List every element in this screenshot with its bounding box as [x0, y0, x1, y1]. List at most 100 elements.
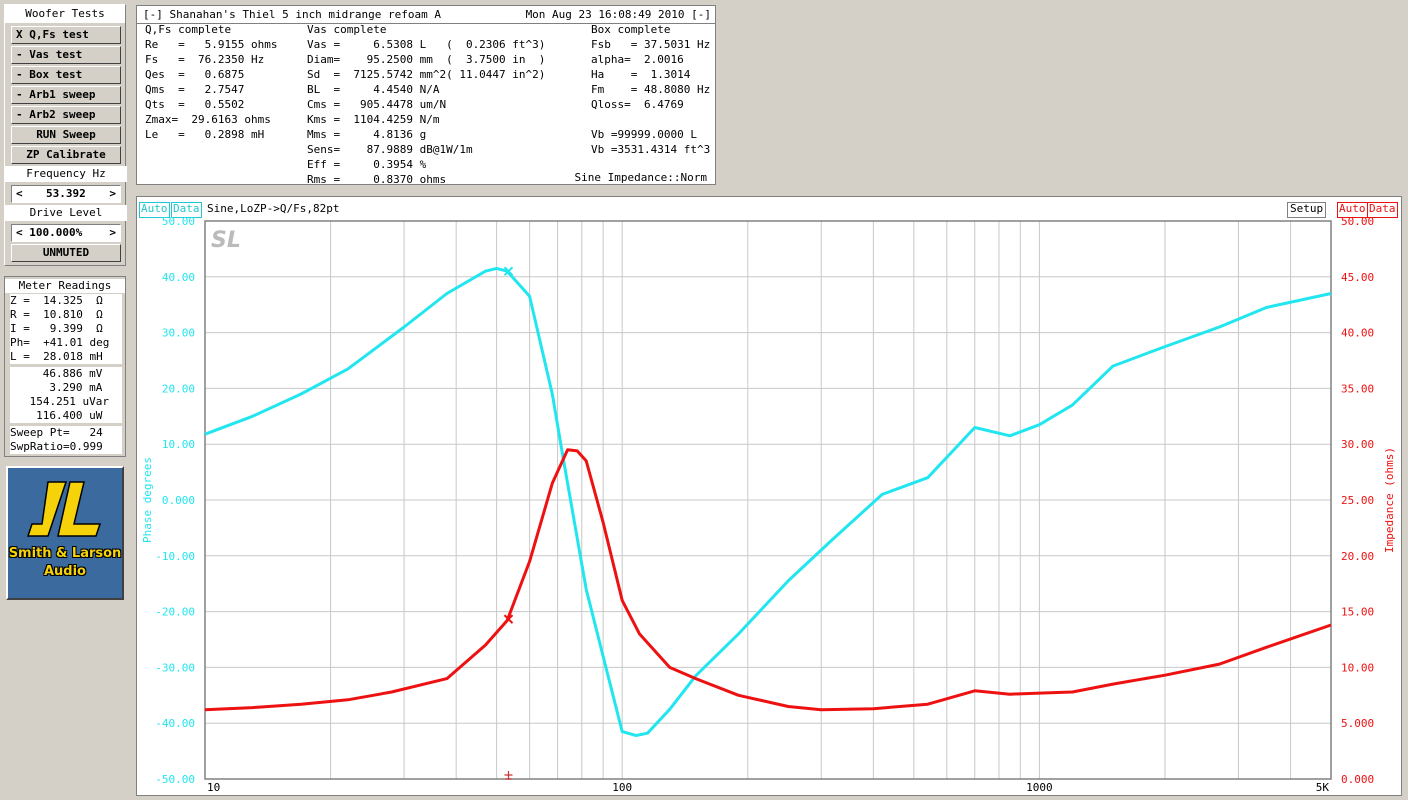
- qfs-header: Q,Fs complete: [145, 23, 232, 36]
- session-title: [-] Shanahan's Thiel 5 inch midrange ref…: [143, 8, 442, 21]
- box-row: Vb =99999.0000 L: [591, 128, 697, 141]
- frequency-value: 53.392: [46, 187, 86, 200]
- right-axis-tick-label: 30.00: [1341, 438, 1374, 451]
- vas-header: Vas complete: [307, 23, 387, 36]
- impedance-phase-plot[interactable]: 50.00 50.00 40.00 45.00 30.00 40.00 20.00 35.00…: [137, 197, 1401, 795]
- meter-z: Z = 14.325 Ω: [10, 294, 122, 308]
- right-axis-tick-label: 25.00: [1341, 494, 1374, 507]
- meter-ma: 3.290 mA: [10, 381, 122, 395]
- x-axis-tick-label: 1000: [1026, 781, 1053, 794]
- vas-row: Kms = 1104.4259 N/m: [307, 113, 440, 126]
- impedance-curve: [204, 448, 1332, 712]
- box-header: Box complete: [591, 23, 671, 36]
- woofer-tests-panel: Woofer Tests X Q,Fs test - Vas test - Bo…: [4, 4, 127, 266]
- qfs-row: Re = 5.9155 ohms: [145, 38, 278, 51]
- drive-level-spinner[interactable]: < 100.000% >: [11, 224, 121, 242]
- meter-mv: 46.886 mV: [10, 367, 122, 381]
- meter-uvar: 154.251 uVar: [10, 395, 122, 409]
- parameters-panel: [-] Shanahan's Thiel 5 inch midrange ref…: [136, 5, 716, 186]
- box-row: Fm = 48.8080 Hz: [591, 83, 711, 96]
- vas-row: BL = 4.4540 N/A: [307, 83, 440, 96]
- right-axis-tick-label: 10.00: [1341, 661, 1374, 674]
- vas-row: Rms = 0.8370 ohms: [307, 173, 447, 186]
- left-axis-tick-label: -50.00: [155, 773, 195, 786]
- arb1-sweep-button[interactable]: - Arb1 sweep: [11, 86, 121, 104]
- right-axis-label: Impedance (ohms): [1383, 447, 1396, 553]
- frequency-spinner[interactable]: < 53.392 >: [11, 185, 121, 203]
- vas-row: Cms = 905.4478 um/N: [307, 98, 447, 111]
- qfs-row: Qts = 0.5502: [145, 98, 245, 111]
- x-axis-tick-label: 100: [612, 781, 632, 794]
- left-axis-tick-label: 30.00: [162, 327, 195, 340]
- qfs-row: Le = 0.2898 mH: [145, 128, 265, 141]
- mute-toggle-button[interactable]: UNMUTED: [11, 244, 121, 262]
- left-axis-tick-label: 50.00: [162, 215, 195, 228]
- right-axis-tick-label: 0.000: [1341, 773, 1374, 786]
- qfs-row: Qes = 0.6875: [145, 68, 245, 81]
- impedance-chart-panel: Auto Data Sine,LoZP->Q/Fs,82pt Setup Aut…: [136, 196, 1402, 796]
- box-row: Fsb = 37.5031 Hz: [591, 38, 711, 51]
- box-row: Qloss= 6.4769: [591, 98, 684, 111]
- x-axis-tick-label: 5K: [1316, 781, 1330, 794]
- meter-phase: Ph= +41.01 deg: [10, 336, 122, 350]
- drive-increment-icon[interactable]: >: [109, 225, 116, 241]
- woofer-tests-title: Woofer Tests: [5, 5, 125, 23]
- watermark-sl-icon: SL: [211, 228, 241, 253]
- meter-r: R = 10.810 Ω: [10, 308, 122, 322]
- run-sweep-button[interactable]: RUN Sweep: [11, 126, 121, 144]
- qfs-test-button[interactable]: X Q,Fs test: [11, 26, 121, 44]
- meter-uw: 116.400 uW: [10, 409, 122, 423]
- drive-level-value: < 100.000%: [16, 226, 83, 239]
- left-axis-tick-label: 10.00: [162, 438, 195, 451]
- session-timestamp: Mon Aug 23 16:08:49 2010 [-]: [525, 8, 711, 21]
- meter-l: L = 28.018 mH: [10, 350, 122, 364]
- right-axis-tick-label: 20.00: [1341, 550, 1374, 563]
- sl-logo-mark-icon: [26, 481, 102, 537]
- vas-row: Sens= 87.9889 dB@1W/1m: [307, 143, 473, 156]
- box-row: alpha= 2.0016: [591, 53, 684, 66]
- right-axis-tick-label: 45.00: [1341, 271, 1374, 284]
- left-axis-tick-label: -30.00: [155, 661, 195, 674]
- left-axis-tick-label: -40.00: [155, 717, 195, 730]
- logo-line2: Audio: [43, 564, 86, 579]
- meter-readings-panel: Meter Readings Z = 14.325 Ω R = 10.810 Ω…: [4, 276, 126, 457]
- frequency-increment-icon[interactable]: >: [109, 186, 116, 202]
- frequency-cursor-icon: [504, 771, 513, 780]
- vas-row: Sd = 7125.5742 mm^2( 11.0447 in^2): [307, 68, 546, 81]
- arb2-sweep-button[interactable]: - Arb2 sweep: [11, 106, 121, 124]
- vas-row: Diam= 95.2500 mm ( 3.7500 in ): [307, 53, 546, 66]
- right-axis-tick-label: 5.000: [1341, 717, 1374, 730]
- vas-row: Vas = 6.5308 L ( 0.2306 ft^3): [307, 38, 546, 51]
- left-axis-tick-label: 0.000: [162, 494, 195, 507]
- meter-sweep-ratio: SwpRatio=0.999: [10, 440, 122, 454]
- meter-i: I = 9.399 Ω: [10, 322, 122, 336]
- vas-test-button[interactable]: - Vas test: [11, 46, 121, 64]
- qfs-row: Zmax= 29.6163 ohms: [145, 113, 271, 126]
- meter-title: Meter Readings: [5, 279, 125, 293]
- logo-line1: Smith & Larson: [8, 546, 122, 561]
- x-axis-tick-label: 10: [207, 781, 220, 794]
- vas-row: Eff = 0.3954 %: [307, 158, 427, 171]
- box-row: Ha = 1.3014: [591, 68, 691, 81]
- phase-curve: [204, 266, 1332, 737]
- frequency-decrement-icon[interactable]: <: [16, 186, 23, 202]
- left-axis-label: Phase degrees: [141, 457, 154, 543]
- qfs-row: Qms = 2.7547: [145, 83, 245, 96]
- left-axis-tick-label: 40.00: [162, 271, 195, 284]
- box-test-button[interactable]: - Box test: [11, 66, 121, 84]
- left-axis-tick-label: 20.00: [162, 382, 195, 395]
- zp-calibrate-button[interactable]: ZP Calibrate: [11, 146, 121, 164]
- frequency-label: Frequency Hz: [5, 166, 127, 182]
- mode-label: Sine Impedance::Norm: [574, 171, 707, 184]
- vas-row: Mms = 4.8136 g: [307, 128, 427, 141]
- smith-larson-logo: Smith & Larson Audio: [6, 466, 124, 600]
- qfs-row: Fs = 76.2350 Hz: [145, 53, 265, 66]
- right-axis-tick-label: 15.00: [1341, 606, 1374, 619]
- right-axis-tick-label: 40.00: [1341, 327, 1374, 340]
- drive-level-label: Drive Level: [5, 205, 127, 221]
- left-axis-tick-label: -10.00: [155, 550, 195, 563]
- right-axis-tick-label: 35.00: [1341, 382, 1374, 395]
- box-row: Vb =3531.4314 ft^3: [591, 143, 711, 156]
- right-axis-tick-label: 50.00: [1341, 215, 1374, 228]
- meter-sweep-pt: Sweep Pt= 24: [10, 426, 122, 440]
